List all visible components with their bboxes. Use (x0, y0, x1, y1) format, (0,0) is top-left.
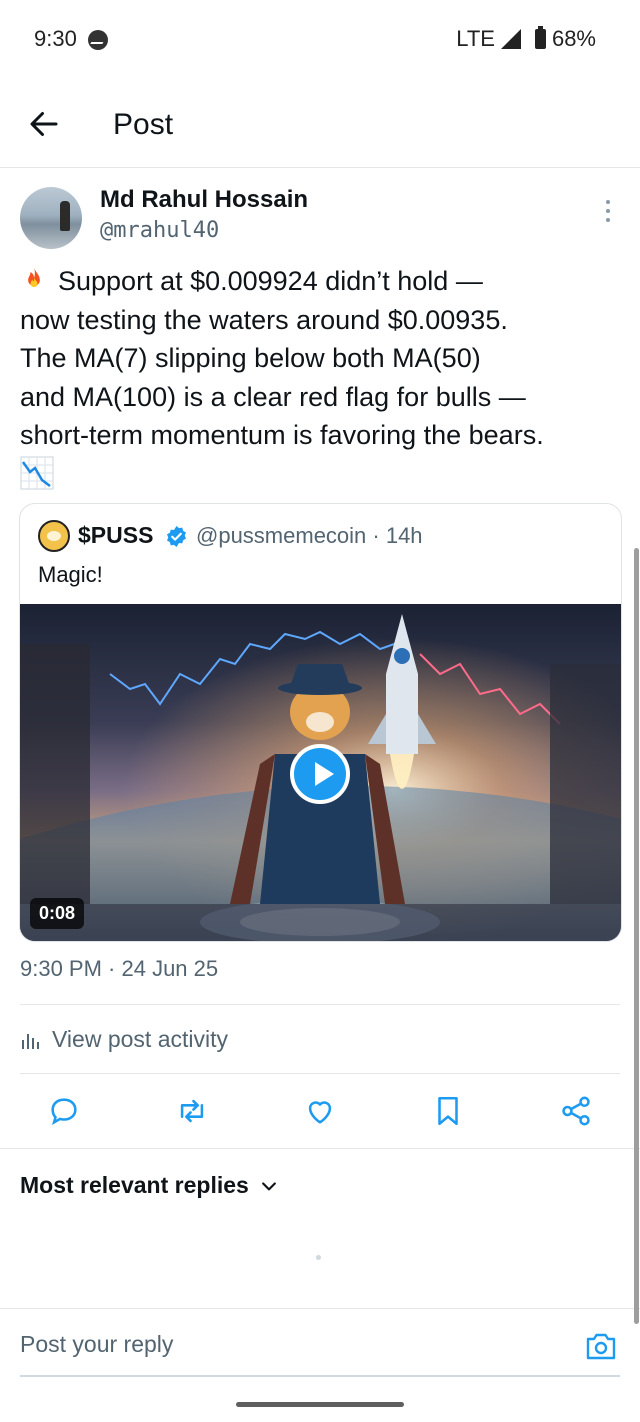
quoted-post-card[interactable]: $PUSS @pussmemecoin · 14h Magic! 0:08 (19, 503, 622, 942)
avatar-photo-figure (60, 201, 70, 231)
back-arrow-icon (30, 112, 58, 136)
replies-sort-dropdown[interactable]: Most relevant replies (20, 1172, 279, 1199)
bookmark-button[interactable] (431, 1094, 465, 1128)
video-duration: 0:08 (30, 898, 85, 929)
post-line: Support at $0.009924 didn’t hold — (20, 262, 630, 301)
repost-icon (180, 1099, 204, 1123)
post-line-4: and MA(100) is a clear red flag for bull… (20, 381, 526, 412)
like-button[interactable] (303, 1094, 337, 1128)
video-player[interactable]: 0:08 (20, 604, 621, 941)
reply-button[interactable] (47, 1094, 81, 1128)
post-text: Support at $0.009924 didn’t hold — now t… (20, 262, 630, 455)
share-button[interactable] (559, 1094, 593, 1128)
repost-button[interactable] (175, 1094, 209, 1128)
more-dot (606, 218, 610, 222)
network-type: LTE (456, 26, 495, 51)
scrollbar[interactable] (634, 548, 639, 1324)
messenger-notification-icon (88, 30, 108, 50)
view-activity-label: View post activity (52, 1026, 228, 1052)
like-icon (308, 1101, 332, 1124)
post-action-bar (0, 1090, 640, 1132)
reply-composer (0, 1308, 640, 1378)
share-icon (562, 1096, 590, 1126)
quote-handle-time: @pussmemecoin · 14h (196, 523, 423, 548)
post-line-3: The MA(7) slipping below both MA(50) (20, 343, 481, 373)
post-line-1: Support at $0.009924 didn’t hold — (58, 266, 483, 296)
chart-decreasing-emoji-icon (20, 456, 54, 490)
post-line-2: now testing the waters around $0.00935. (20, 304, 508, 335)
battery-icon (534, 26, 546, 49)
author-handle[interactable]: @mrahul40 (100, 218, 219, 243)
bookmark-icon (438, 1096, 458, 1126)
battery-level: 68% (551, 26, 596, 51)
stats-icon (22, 1033, 39, 1049)
camera-icon[interactable] (585, 1331, 617, 1361)
play-button[interactable] (290, 744, 350, 804)
status-indicators: LTE 68% (456, 26, 596, 52)
reply-input[interactable] (20, 1331, 560, 1358)
post-timestamp: 9:30 PM · 24 Jun 25 (20, 956, 219, 981)
verified-badge-icon (167, 525, 186, 548)
reply-input-underline (20, 1375, 620, 1377)
chevron-down-icon (261, 1181, 276, 1190)
fire-emoji-icon (28, 267, 40, 288)
more-dot (606, 209, 610, 213)
quote-text: Magic! (38, 562, 103, 587)
divider (20, 1004, 620, 1005)
page-title: Post (113, 108, 174, 141)
status-bar: 9:30 LTE 68% (0, 0, 640, 80)
view-post-activity-link[interactable]: View post activity (20, 1026, 228, 1053)
divider (20, 1073, 620, 1074)
section-divider (0, 1148, 640, 1149)
back-button[interactable] (26, 106, 62, 142)
more-options-button[interactable] (598, 200, 618, 226)
post-line-5: short-term momentum is favoring the bear… (20, 420, 544, 450)
reply-icon (51, 1098, 77, 1125)
author-avatar[interactable] (20, 187, 82, 249)
replies-sort-label: Most relevant replies (20, 1172, 249, 1198)
author-name[interactable]: Md Rahul Hossain (100, 186, 308, 214)
status-time: 9:30 (34, 26, 77, 51)
quote-avatar[interactable] (38, 520, 70, 552)
loading-indicator (316, 1255, 321, 1260)
quote-author-name[interactable]: $PUSS (78, 522, 153, 549)
app-header: Post (0, 84, 640, 168)
home-indicator[interactable] (236, 1402, 404, 1407)
more-vertical-icon (606, 200, 610, 204)
signal-icon (500, 29, 521, 49)
